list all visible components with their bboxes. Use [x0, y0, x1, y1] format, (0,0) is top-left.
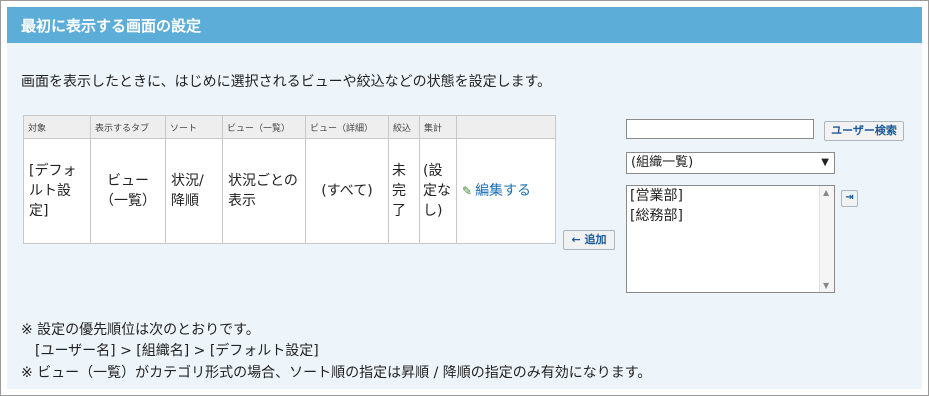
note-category-sort: ※ ビュー（一覧）がカテゴリ形式の場合、ソート順の指定は昇順 / 降順の指定のみ…	[21, 365, 652, 381]
edit-link[interactable]: ✎ 編集する	[462, 183, 531, 199]
col-header-aggregate: 集計	[419, 115, 457, 139]
settings-table: 対象 表示するタブ ソート ビュー（一覧） ビュー（詳細） 絞込 集計 [デフォ…	[23, 115, 556, 244]
table-row: [デフォルト設定] ビュー（一覧） 状況/ 降順 状況ごとの表示 (すべて) 未…	[23, 138, 556, 244]
move-to-icon[interactable]: ⇥	[841, 190, 858, 207]
org-select-value: (組織一覧)	[631, 155, 694, 170]
col-header-sort: ソート	[165, 115, 223, 139]
chevron-down-icon: ▼	[821, 157, 829, 168]
col-header-view-detail: ビュー（詳細）	[305, 115, 389, 139]
cell-actions: ✎ 編集する	[456, 138, 556, 244]
cell-tab: ビュー（一覧）	[90, 138, 166, 244]
user-search-input[interactable]	[626, 119, 814, 139]
col-header-tab: 表示するタブ	[90, 115, 166, 139]
edit-link-label: 編集する	[475, 183, 532, 199]
col-header-target: 対象	[23, 115, 91, 139]
settings-panel: 最初に表示する画面の設定 画面を表示したときに、はじめに選択されるビューや絞込な…	[7, 7, 922, 389]
cell-view-list: 状況ごとの表示	[222, 138, 306, 244]
add-button[interactable]: ← 追加	[563, 230, 615, 250]
org-listbox[interactable]: [営業部] [総務部] ▲ ▼	[626, 185, 835, 293]
col-header-filter: 絞込	[388, 115, 420, 139]
cell-aggregate: (設定なし)	[419, 138, 457, 244]
note-priority: ※ 設定の優先順位は次のとおりです。	[21, 322, 260, 338]
section-header: 最初に表示する画面の設定	[7, 7, 922, 43]
cell-view-detail: (すべて)	[305, 138, 389, 244]
window-frame: 最初に表示する画面の設定 画面を表示したときに、はじめに選択されるビューや絞込な…	[0, 0, 929, 396]
note-priority-order: [ユーザー名] > [組織名] > [デフォルト設定]	[35, 343, 319, 359]
col-header-view-list: ビュー（一覧）	[222, 115, 306, 139]
cell-sort: 状況/ 降順	[165, 138, 223, 244]
org-select[interactable]: (組織一覧) ▼	[626, 152, 835, 174]
cell-target: [デフォルト設定]	[23, 138, 91, 244]
user-search-button[interactable]: ユーザー検索	[824, 121, 904, 141]
list-item[interactable]: [営業部]	[627, 186, 834, 206]
list-item[interactable]: [総務部]	[627, 206, 834, 226]
scroll-up-icon[interactable]: ▲	[823, 188, 829, 197]
pencil-icon: ✎	[462, 184, 473, 198]
col-header-actions	[456, 115, 556, 139]
scroll-down-icon[interactable]: ▼	[823, 281, 829, 290]
section-title: 最初に表示する画面の設定	[21, 17, 202, 35]
listbox-scrollbar[interactable]: ▲ ▼	[819, 186, 834, 292]
cell-filter: 未完了	[388, 138, 420, 244]
section-description: 画面を表示したときに、はじめに選択されるビューや絞込などの状態を設定します。	[21, 74, 552, 90]
table-header-row: 対象 表示するタブ ソート ビュー（一覧） ビュー（詳細） 絞込 集計	[23, 115, 556, 139]
